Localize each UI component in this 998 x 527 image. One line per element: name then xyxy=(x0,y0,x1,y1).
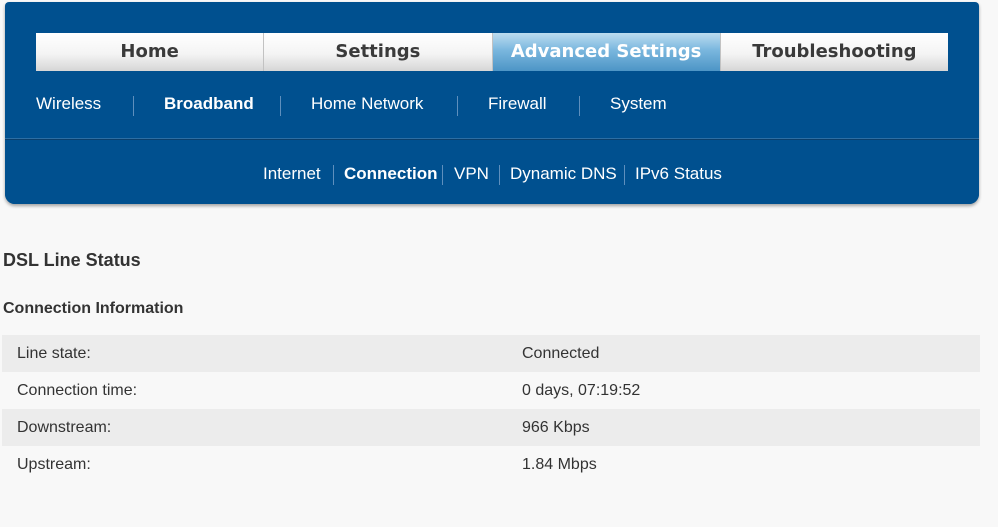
nav-system[interactable]: System xyxy=(610,94,667,114)
row-value: 1.84 Mbps xyxy=(507,446,980,483)
nav-divider xyxy=(457,96,458,116)
subnav-internet[interactable]: Internet xyxy=(263,164,321,184)
subnav-divider xyxy=(333,165,334,185)
nav-divider xyxy=(280,96,281,116)
tab-home[interactable]: Home xyxy=(36,33,265,71)
row-label: Upstream: xyxy=(2,446,507,483)
subnav-vpn[interactable]: VPN xyxy=(454,164,489,184)
nav-broadband[interactable]: Broadband xyxy=(164,94,254,114)
tab-advanced-settings[interactable]: Advanced Settings xyxy=(492,33,721,71)
table-row: Downstream: 966 Kbps xyxy=(2,409,980,446)
tab-settings[interactable]: Settings xyxy=(264,33,493,71)
connection-info-table: Line state: Connected Connection time: 0… xyxy=(2,335,980,483)
section-title: Connection Information xyxy=(3,300,184,317)
tab-troubleshooting[interactable]: Troubleshooting xyxy=(720,33,948,71)
row-value: Connected xyxy=(507,335,980,372)
main-tabs: Home Settings Advanced Settings Troubles… xyxy=(36,33,948,71)
router-header: Home Settings Advanced Settings Troubles… xyxy=(5,2,979,204)
row-label: Line state: xyxy=(2,335,507,372)
nav-divider xyxy=(133,96,134,116)
nav-home-network[interactable]: Home Network xyxy=(311,94,423,114)
subnav-divider xyxy=(499,165,500,185)
nav-divider xyxy=(579,96,580,116)
subnav-connection[interactable]: Connection xyxy=(344,164,438,184)
subnav-divider xyxy=(624,165,625,185)
page-title: DSL Line Status xyxy=(3,250,141,270)
row-label: Connection time: xyxy=(2,372,507,409)
subnav-ipv6-status[interactable]: IPv6 Status xyxy=(635,164,722,184)
row-value: 0 days, 07:19:52 xyxy=(507,372,980,409)
secondary-nav: Wireless Broadband Home Network Firewall… xyxy=(5,72,979,139)
row-label: Downstream: xyxy=(2,409,507,446)
table-row: Line state: Connected xyxy=(2,335,980,372)
nav-firewall[interactable]: Firewall xyxy=(488,94,547,114)
table-row: Upstream: 1.84 Mbps xyxy=(2,446,980,483)
nav-wireless[interactable]: Wireless xyxy=(36,94,101,114)
row-value: 966 Kbps xyxy=(507,409,980,446)
table-row: Connection time: 0 days, 07:19:52 xyxy=(2,372,980,409)
subnav-dynamic-dns[interactable]: Dynamic DNS xyxy=(510,164,617,184)
tertiary-nav: Internet Connection VPN Dynamic DNS IPv6… xyxy=(5,139,979,204)
subnav-divider xyxy=(442,165,443,185)
